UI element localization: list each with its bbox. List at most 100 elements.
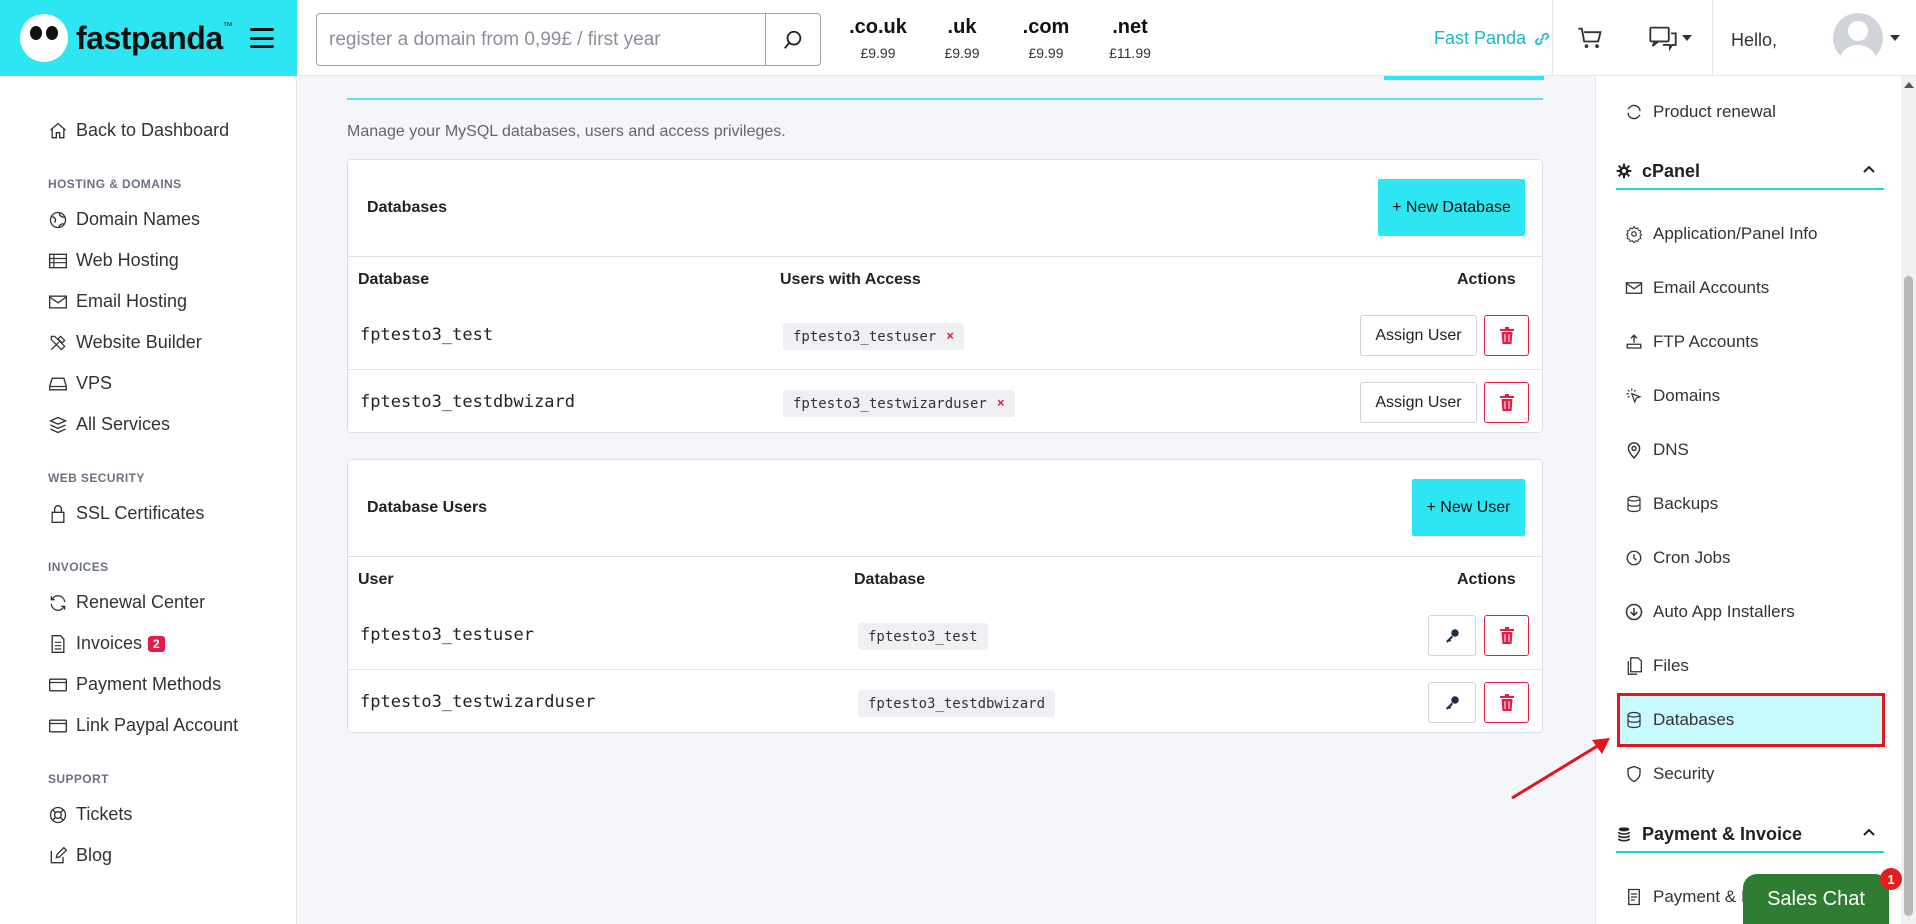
sidebar-item-label: Renewal Center	[76, 592, 206, 612]
envelope-icon	[48, 292, 68, 312]
sidebar-item-label: VPS	[76, 373, 113, 393]
sidebar-item-web-hosting[interactable]: Web Hosting	[48, 240, 296, 281]
sales-chat-button[interactable]: Sales Chat	[1743, 874, 1889, 924]
refresh-icon	[1623, 101, 1645, 123]
assign-user-button[interactable]: Assign User	[1360, 382, 1477, 423]
change-password-button[interactable]	[1428, 682, 1476, 723]
panel-item-label: Product renewal	[1653, 102, 1776, 121]
delete-database-button[interactable]	[1484, 382, 1529, 423]
card-header: Database Users + New User	[348, 460, 1542, 557]
sidebar-item-vps[interactable]: VPS	[48, 363, 296, 404]
sidebar-item-renewal-center[interactable]: Renewal Center	[48, 582, 296, 623]
sidebar-item-tickets[interactable]: Tickets	[48, 794, 296, 835]
lock-icon	[48, 504, 68, 524]
panel-item-product-renewal[interactable]: Product renewal	[1623, 88, 1893, 136]
globe-icon	[48, 210, 68, 230]
panel-item-email-accounts[interactable]: Email Accounts	[1623, 264, 1893, 312]
tld-ext: .net	[1112, 16, 1148, 38]
tld-item[interactable]: .co.uk £9.99	[838, 16, 918, 61]
caret-down-icon	[1682, 35, 1692, 41]
sidebar-item-link-paypal[interactable]: Link Paypal Account	[48, 705, 296, 746]
new-user-button[interactable]: + New User	[1412, 479, 1525, 536]
tld-price: £9.99	[860, 45, 896, 61]
panel-item-cron-jobs[interactable]: Cron Jobs	[1623, 534, 1893, 582]
support-chat-dropdown[interactable]	[1648, 24, 1692, 52]
brand-name[interactable]: fastpanda	[76, 20, 223, 57]
tld-item[interactable]: .com £9.99	[1006, 16, 1086, 61]
panel-item-files[interactable]: Files	[1623, 642, 1893, 690]
search-button[interactable]	[765, 14, 820, 65]
panel-item-label: Cron Jobs	[1653, 548, 1731, 567]
database-name: fptesto3_test	[360, 325, 494, 345]
sidebar-item-domain-names[interactable]: Domain Names	[48, 199, 296, 240]
assign-user-button[interactable]: Assign User	[1360, 315, 1477, 356]
panel-item-databases[interactable]: Databases	[1623, 696, 1893, 744]
panel-item-auto-app-installers[interactable]: Auto App Installers	[1623, 588, 1893, 636]
sidebar-section-heading: WEB SECURITY	[48, 471, 145, 485]
delete-database-button[interactable]	[1484, 315, 1529, 356]
domain-search-input[interactable]	[317, 14, 765, 65]
scroll-up-arrow-icon[interactable]	[1904, 82, 1914, 88]
fast-panda-link[interactable]: Fast Panda	[1434, 28, 1552, 49]
sidebar-item-ssl-certificates[interactable]: SSL Certificates	[48, 493, 296, 534]
panel-item-ftp-accounts[interactable]: FTP Accounts	[1623, 318, 1893, 366]
panel-item-label: Email Accounts	[1653, 278, 1770, 297]
cpanel-section-header[interactable]: cPanel	[1616, 154, 1884, 190]
tld-price: £9.99	[944, 45, 980, 61]
scrollbar-thumb[interactable]	[1904, 276, 1913, 916]
caret-down-icon[interactable]	[1890, 34, 1900, 42]
panel-item-label: FTP Accounts	[1653, 332, 1759, 351]
panel-item-backups[interactable]: Backups	[1623, 480, 1893, 528]
invoice-count-badge: 2	[148, 635, 165, 652]
annotation-arrow-icon	[1511, 738, 1610, 800]
delete-user-button[interactable]	[1484, 682, 1529, 723]
tld-item[interactable]: .net £11.99	[1090, 16, 1170, 61]
cart-icon	[1578, 27, 1602, 49]
fast-panda-link-label: Fast Panda	[1434, 28, 1527, 48]
sidebar-item-email-hosting[interactable]: Email Hosting	[48, 281, 296, 322]
hamburger-menu-icon[interactable]	[250, 28, 274, 48]
scrollbar[interactable]	[1901, 76, 1916, 924]
page-subtitle: Manage your MySQL databases, users and a…	[347, 123, 786, 140]
trash-icon	[1499, 327, 1514, 344]
back-to-dashboard[interactable]: Back to Dashboard	[48, 110, 296, 151]
sidebar-item-payment-methods[interactable]: Payment Methods	[48, 664, 296, 705]
sidebar-item-blog[interactable]: Blog	[48, 835, 296, 876]
database-chip: fptesto3_test	[858, 623, 988, 650]
edit-icon	[48, 846, 68, 866]
sidebar-item-website-builder[interactable]: Website Builder	[48, 322, 296, 363]
panda-logo-icon[interactable]	[20, 14, 68, 62]
new-database-button[interactable]: + New Database	[1378, 179, 1525, 236]
divider	[1552, 0, 1553, 76]
remove-user-icon[interactable]: ×	[946, 329, 954, 344]
cursor-click-icon	[1623, 385, 1645, 407]
map-pin-icon	[1623, 439, 1645, 461]
panel-item-security[interactable]: Security	[1623, 750, 1893, 798]
download-circle-icon	[1623, 601, 1645, 623]
card-title: Databases	[367, 199, 448, 216]
panel-item-application-info[interactable]: Application/Panel Info	[1623, 210, 1893, 258]
sidebar-item-label: SSL Certificates	[76, 503, 205, 523]
greeting: Hello,	[1731, 30, 1778, 50]
panel-item-domains[interactable]: Domains	[1623, 372, 1893, 420]
table-row: fptesto3_testuser fptesto3_test	[348, 603, 1542, 669]
tld-prices: .co.uk £9.99 .uk £9.99 .com £9.99 .net £11.9…	[838, 16, 1174, 61]
change-password-button[interactable]	[1428, 615, 1476, 656]
main-content: Manage your MySQL databases, users and a…	[297, 76, 1595, 924]
sidebar-item-label: Link Paypal Account	[76, 715, 239, 735]
sidebar-item-invoices[interactable]: Invoices 2	[48, 623, 296, 664]
payment-invoice-section-header[interactable]: Payment & Invoice	[1616, 817, 1884, 853]
remove-user-icon[interactable]: ×	[997, 396, 1005, 411]
cart-button[interactable]	[1576, 24, 1604, 57]
delete-user-button[interactable]	[1484, 615, 1529, 656]
avatar[interactable]	[1833, 13, 1883, 63]
sidebar-item-label: Email Hosting	[76, 291, 188, 311]
truncated-header-button[interactable]	[1384, 76, 1544, 80]
card-header: Databases + New Database	[348, 160, 1542, 257]
sidebar-item-all-services[interactable]: All Services	[48, 404, 296, 445]
server-list-icon	[48, 251, 68, 271]
panel-item-dns[interactable]: DNS	[1623, 426, 1893, 474]
receipt-icon	[1623, 886, 1645, 908]
tld-item[interactable]: .uk £9.99	[922, 16, 1002, 61]
hard-drive-icon	[48, 374, 68, 394]
